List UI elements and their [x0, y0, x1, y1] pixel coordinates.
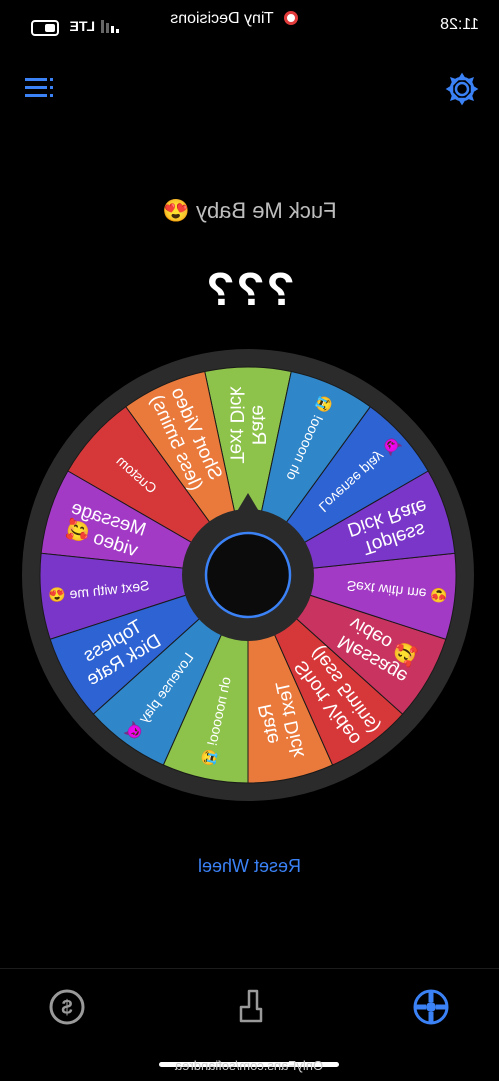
mirrored-screen: 11:28 Tiny Decisions LTE Fuck Me Baby 😍 … [0, 0, 499, 1081]
status-bar: 11:28 Tiny Decisions LTE [0, 0, 499, 60]
tab-decide[interactable] [233, 987, 269, 1027]
settings-button[interactable] [445, 72, 479, 106]
decision-wheel[interactable]: Rate Text Dick Short Video (less 5mins) Cust… [13, 340, 483, 815]
dollar-coin-icon: $ [49, 989, 85, 1025]
time-text: 11:28 [440, 16, 479, 33]
menu-button[interactable] [23, 76, 53, 100]
spin-button[interactable] [204, 531, 292, 619]
svg-text:$: $ [61, 997, 72, 1019]
wheel-icon [413, 989, 449, 1025]
wheel-title: Fuck Me Baby 😍 [162, 198, 337, 223]
hand-pointer-icon [239, 989, 263, 1023]
wheel-svg[interactable]: RateText DickShort Video(less 5mins)Cust… [13, 340, 483, 810]
record-icon [283, 11, 298, 25]
tab-money[interactable]: $ [47, 987, 87, 1027]
wheel-label-line: Rate [248, 405, 269, 445]
network-type: LTE [69, 18, 95, 34]
battery-icon [31, 20, 59, 36]
signal-icon [101, 20, 119, 33]
reset-wheel-button[interactable]: Reset Wheel [0, 856, 499, 877]
app-name: Tiny Decisions [144, 10, 324, 28]
spin-result: ??? [204, 263, 295, 315]
list-icon [25, 78, 53, 97]
wheel-label-line: Text Dick [226, 386, 247, 464]
tab-wheel[interactable] [411, 987, 451, 1027]
gear-icon [445, 72, 479, 106]
watermark-text: OnlyFans.com/sofiandrea [174, 1058, 324, 1073]
